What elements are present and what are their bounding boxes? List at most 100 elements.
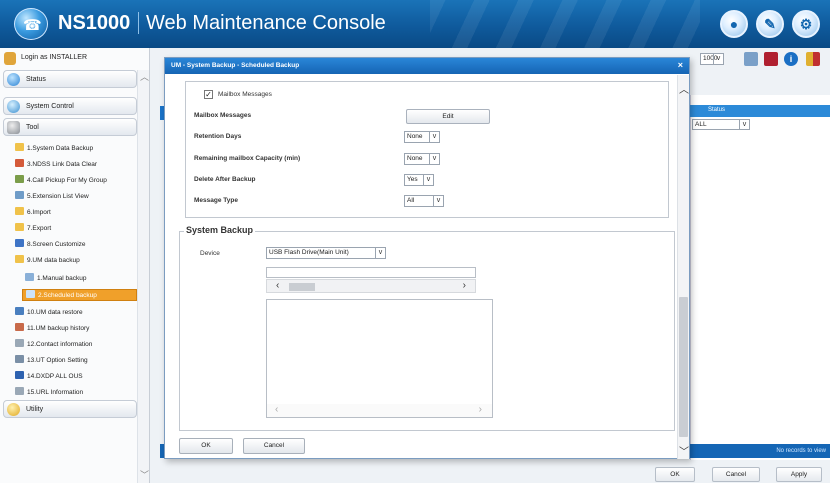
scrollbar-thumb[interactable] [679,297,688,437]
sidebar-item-export[interactable]: 7.Export [15,223,51,235]
sidebar-item-um-data-restore[interactable]: 10.UM data restore [15,307,83,319]
dialog-cancel-button[interactable]: Cancel [243,438,305,454]
chevron-left-icon[interactable]: ‹ [276,280,279,291]
sidebar-item-url-information[interactable]: 15.URL Information [15,387,83,399]
chevron-down-icon: v [739,120,749,129]
apply-button[interactable]: Apply [776,467,822,482]
chevron-right-icon[interactable]: › [479,404,482,415]
chevron-down-icon: v [423,175,433,185]
mailbox-messages-group: ✓ Mailbox Messages Mailbox Messages Edit… [185,81,669,218]
url-icon [15,387,24,395]
system-backup-legend: System Backup [184,225,256,235]
open-folder-icon [15,255,24,263]
folder-list-scrollbar[interactable]: ‹ › [267,404,492,417]
scrollbar-thumb[interactable] [289,283,315,291]
header-decoration [430,0,700,48]
sidebar-item-manual-backup[interactable]: 1.Manual backup [25,273,87,285]
sidebar-scrollbar[interactable]: ︿ ﹀ [137,70,149,483]
category-utility-label: Utility [26,406,44,413]
chevron-down-icon[interactable]: ﹀ [140,468,149,481]
utility-icon [7,403,20,416]
scheduled-backup-dialog: UM - System Backup - Scheduled Backup × … [164,57,690,459]
sidebar-item-ndss-link-clear[interactable]: 3.NDSS Link Data Clear [15,159,97,171]
sidebar-item-ut-option-setting[interactable]: 13.UT Option Setting [15,355,88,367]
network-icon [15,371,24,379]
category-system-control-label: System Control [26,103,74,110]
sidebar-item-screen-customize[interactable]: 8.Screen Customize [15,239,86,251]
sidebar-item-um-backup-history[interactable]: 11.UM backup history [15,323,89,335]
chevron-left-icon[interactable]: ‹ [275,404,278,415]
remaining-capacity-select[interactable]: None v [404,153,440,165]
brand-title: NS1000 [58,12,131,34]
background-list-panel [690,95,830,460]
mailbox-messages-label: Mailbox Messages [194,112,252,119]
close-icon[interactable]: × [678,60,683,70]
app-title: Web Maintenance Console [146,12,386,34]
sidebar-item-contact-information[interactable]: 12.Contact information [15,339,92,351]
sidebar-item-um-data-backup[interactable]: 9.UM data backup [15,255,80,267]
list-icon [15,191,24,199]
status-filter-select[interactable]: ALL v [692,119,750,130]
delete-after-backup-select[interactable]: Yes v [404,174,434,186]
sidebar-item-scheduled-backup[interactable]: 2.Scheduled backup [22,289,137,301]
dialog-title: UM - System Backup - Scheduled Backup [171,62,300,69]
logout-icon[interactable] [806,52,820,66]
ok-button[interactable]: OK [655,467,695,482]
sidebar: Login as INSTALLER Status System Control… [0,48,150,483]
category-status[interactable]: Status [3,70,137,88]
chevron-down-icon: v [429,132,439,142]
dialog-ok-button[interactable]: OK [179,438,233,454]
chevron-down-icon[interactable]: ﹀ [679,443,689,458]
save-icon[interactable] [764,52,778,66]
sidebar-item-system-data-backup[interactable]: 1.System Data Backup [15,143,93,155]
login-label: Login as INSTALLER [21,54,88,61]
group-icon [15,175,24,183]
unit-select[interactable]: 1000 v [700,53,724,65]
delete-after-backup-label: Delete After Backup [194,176,256,183]
schedule-icon [26,290,35,298]
sidebar-item-call-pickup[interactable]: 4.Call Pickup For My Group [15,175,107,187]
home-icon[interactable]: ● [720,10,748,38]
chevron-right-icon[interactable]: › [463,280,466,291]
import-folder-icon [15,207,24,215]
screen-icon [15,239,24,247]
device-path-field[interactable] [266,267,476,278]
dialog-title-bar[interactable]: UM - System Backup - Scheduled Backup × [165,58,689,74]
dialog-vertical-scrollbar[interactable]: ︿ ﹀ [677,75,689,459]
retention-days-label: Retention Days [194,133,242,140]
category-utility[interactable]: Utility [3,400,137,418]
path-horizontal-scrollbar[interactable]: ‹ › [266,279,476,293]
device-select[interactable]: USB Flash Drive(Main Unit) v [266,247,386,259]
device-label: Device [200,250,220,257]
category-tool[interactable]: Tool [3,118,137,136]
mailbox-messages-checkbox[interactable]: ✓ [204,90,213,99]
cancel-button[interactable]: Cancel [712,467,760,482]
remaining-capacity-label: Remaining mailbox Capacity (min) [194,155,301,162]
chevron-up-icon[interactable]: ︿ [140,70,149,83]
message-type-label: Message Type [194,197,238,204]
info-icon[interactable]: i [784,52,798,66]
chevron-down-icon: v [429,154,439,164]
document-icon [25,273,34,281]
chart-icon[interactable] [744,52,758,66]
sidebar-item-import[interactable]: 6.Import [15,207,51,219]
status-icon [7,73,20,86]
sidebar-item-extension-list[interactable]: 5.Extension List View [15,191,89,203]
chevron-up-icon[interactable]: ︿ [679,81,689,96]
status-column-header: Status [690,105,830,117]
category-tool-label: Tool [26,124,39,131]
mailbox-messages-checkbox-label: Mailbox Messages [218,91,272,98]
folder-list-box[interactable]: ‹ › [266,299,493,418]
chevron-down-icon: v [713,54,723,64]
link-clear-icon [15,159,24,167]
sidebar-item-dxdp-all-ous[interactable]: 14.DXDP ALL OUS [15,371,83,383]
retention-days-select[interactable]: None v [404,131,440,143]
message-type-select[interactable]: All v [404,195,444,207]
tool-icon[interactable]: ✎ [756,10,784,38]
category-system-control[interactable]: System Control [3,97,137,115]
settings-icon[interactable]: ⚙ [792,10,820,38]
phone-icon [15,355,24,363]
category-status-label: Status [26,76,46,83]
edit-button[interactable]: Edit [406,109,490,124]
chevron-down-icon: v [375,248,385,258]
